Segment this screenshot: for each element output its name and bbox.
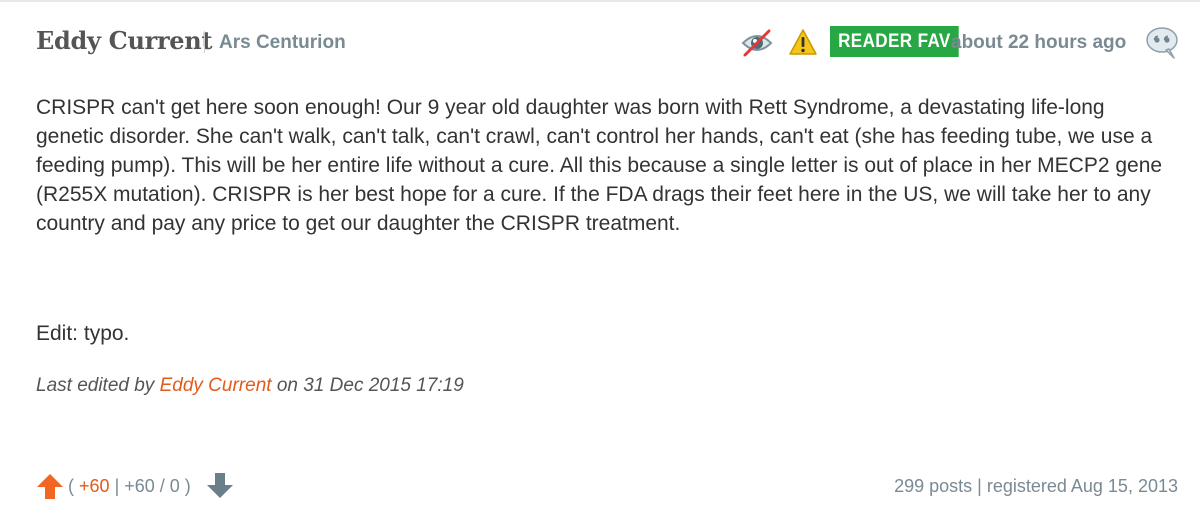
author-name[interactable]: Eddy Current	[36, 26, 213, 55]
editor-link[interactable]: Eddy Current	[160, 375, 272, 396]
last-edited-date: on 31 Dec 2015 17:19	[276, 375, 464, 396]
vote-summary: ( +60 | +60 / 0 )	[68, 476, 191, 497]
upvote-arrow-icon[interactable]	[36, 472, 64, 500]
user-stats: 299 posts | registered Aug 15, 2013	[894, 476, 1178, 496]
comment-header: Eddy Current Ars Centurion READER FAV ab…	[36, 24, 1181, 60]
warning-icon[interactable]	[788, 28, 818, 56]
edit-note: Edit: typo.	[36, 322, 130, 345]
hidden-eye-icon[interactable]	[740, 28, 774, 58]
comment-body-text: CRISPR can't get here soon enough! Our 9…	[36, 96, 1163, 235]
top-divider	[0, 0, 1200, 2]
vote-open-paren: (	[68, 476, 74, 496]
last-edited-prefix: Last edited by	[36, 375, 155, 396]
vote-score: +60	[79, 476, 110, 496]
last-edited-info: Last edited by Eddy Current on 31 Dec 20…	[36, 375, 464, 397]
quote-bubble-icon[interactable]	[1144, 24, 1180, 60]
reader-fav-badge: READER FAV	[830, 26, 959, 57]
comment-timestamp[interactable]: about 22 hours ago	[951, 32, 1126, 54]
author-rank: Ars Centurion	[219, 32, 346, 53]
downvote-arrow-icon[interactable]	[206, 472, 234, 500]
header-divider	[204, 31, 205, 53]
comment-body: CRISPR can't get here soon enough! Our 9…	[36, 93, 1178, 238]
vote-detail: | +60 / 0 )	[114, 476, 191, 496]
